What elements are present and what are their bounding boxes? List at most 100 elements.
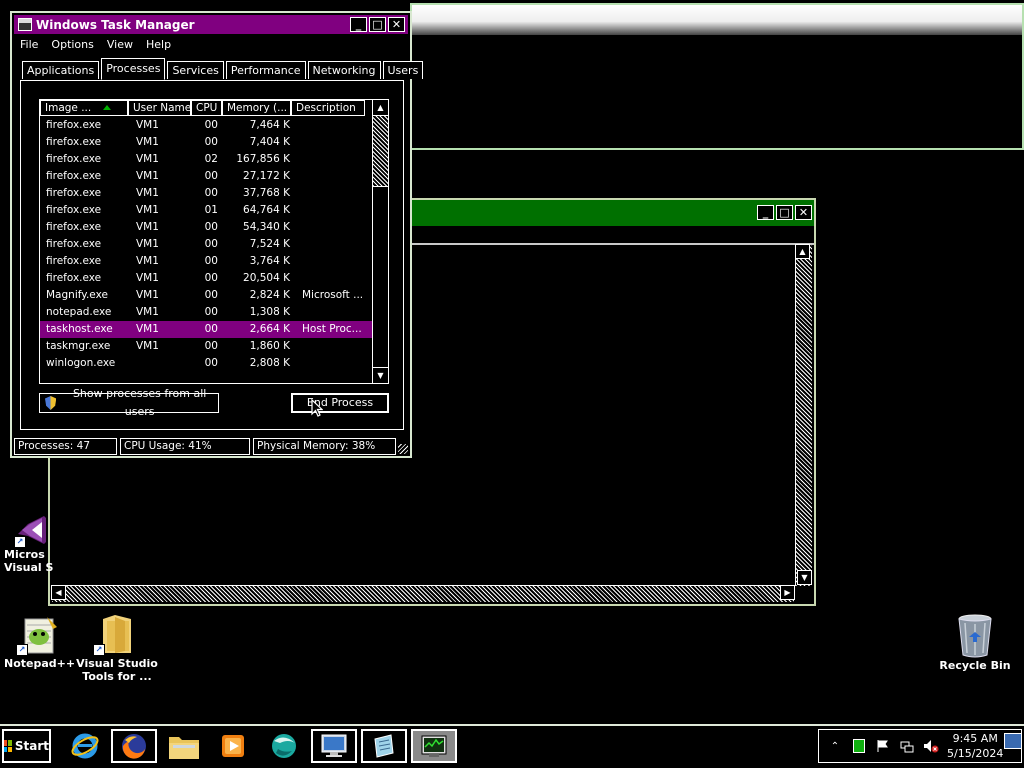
maximize-button[interactable]: □ (776, 205, 793, 220)
process-memory: 2,664 K (249, 323, 290, 335)
process-description (294, 117, 372, 134)
desktop-icon-notepadpp[interactable]: ↗ Notepad++ (4, 613, 76, 670)
start-button[interactable]: Start (2, 729, 51, 763)
taskbar-browser[interactable] (261, 729, 307, 763)
tab-processes[interactable]: Processes (101, 58, 166, 80)
column-description[interactable]: Description (291, 100, 365, 116)
show-hidden-icons-icon[interactable]: ⌃ (827, 738, 843, 754)
show-all-processes-button[interactable]: Show processes from all users (39, 387, 219, 418)
scroll-down-button[interactable]: ▼ (797, 570, 812, 585)
tab-services[interactable]: Services (167, 61, 224, 79)
process-row[interactable]: notepad.exe VM1 00 1,308 K (40, 304, 373, 321)
show-desktop-button[interactable] (1004, 733, 1022, 749)
action-center-flag-icon[interactable] (875, 738, 891, 754)
desktop-icon-recycle-bin[interactable]: Recycle Bin (938, 613, 1012, 672)
uac-shield-icon (45, 396, 57, 410)
scroll-left-button[interactable]: ◀ (51, 585, 66, 600)
desktop-icon-label: Notepad++ (4, 657, 76, 670)
task-manager-window[interactable]: Windows Task Manager _ □ ✕ File Options … (10, 11, 424, 458)
menu-file[interactable]: File (20, 38, 38, 51)
process-row[interactable]: firefox.exe VM1 00 7,464 K (40, 117, 373, 134)
end-process-button[interactable]: End Process (291, 393, 389, 413)
horizontal-scrollbar[interactable]: ◀ ▶ (51, 585, 795, 602)
scroll-right-button[interactable]: ▶ (780, 585, 795, 600)
process-cpu: 00 (204, 357, 218, 369)
process-memory: 2,824 K (249, 289, 290, 301)
process-row[interactable]: firefox.exe VM1 00 20,504 K (40, 270, 373, 287)
process-row[interactable]: firefox.exe VM1 00 54,340 K (40, 219, 373, 236)
green-status-icon[interactable] (851, 738, 867, 754)
process-row[interactable]: firefox.exe VM1 00 3,764 K (40, 253, 373, 270)
taskbar-media-player[interactable] (210, 729, 256, 763)
taskbar-notepad[interactable] (361, 729, 407, 763)
process-row[interactable]: firefox.exe VM1 00 27,172 K (40, 168, 373, 185)
process-cpu: 00 (204, 187, 218, 199)
process-row[interactable]: firefox.exe VM1 00 7,524 K (40, 236, 373, 253)
desktop-icon-visual-studio[interactable]: ↗ Micros Visual S (2, 512, 53, 574)
task-manager-titlebar[interactable]: Windows Task Manager _ □ ✕ (14, 15, 408, 34)
process-memory: 20,504 K (243, 272, 290, 284)
minimize-button[interactable]: _ (757, 205, 774, 220)
start-label: Start (14, 739, 49, 753)
process-row[interactable]: firefox.exe VM1 00 7,404 K (40, 134, 373, 151)
process-user: VM1 (136, 136, 159, 148)
network-icon[interactable] (899, 738, 915, 754)
status-physical-memory: Physical Memory: 38% (253, 438, 396, 455)
process-user: VM1 (136, 221, 159, 233)
tab-applications[interactable]: Applications (22, 61, 100, 79)
process-row[interactable]: taskmgr.exe VM1 00 1,860 K (40, 338, 373, 355)
column-header-row: Image ... User Name CPU Memory (... Desc… (40, 100, 365, 116)
shortcut-arrow-icon: ↗ (16, 644, 28, 656)
vertical-scrollbar[interactable]: ▲ (795, 244, 812, 586)
close-button[interactable]: ✕ (388, 17, 405, 32)
minimize-button[interactable]: _ (350, 17, 367, 32)
taskbar-internet-explorer[interactable] (62, 729, 108, 763)
scroll-up-button[interactable]: ▲ (373, 100, 388, 116)
process-description (294, 168, 372, 185)
taskbar-task-manager[interactable] (411, 729, 457, 763)
menu-options[interactable]: Options (51, 38, 93, 51)
tab-users[interactable]: Users (382, 61, 424, 79)
process-description (294, 304, 372, 321)
process-list[interactable]: Image ... User Name CPU Memory (... Desc… (39, 99, 389, 384)
close-button[interactable]: ✕ (795, 205, 812, 220)
scroll-down-button[interactable]: ▼ (373, 367, 388, 383)
process-row[interactable]: firefox.exe VM1 01 64,764 K (40, 202, 373, 219)
process-row[interactable]: winlogon.exe 00 2,808 K (40, 355, 373, 372)
process-cpu: 00 (204, 170, 218, 182)
clock[interactable]: 9:45 AM 5/15/2024 (947, 731, 1003, 761)
background-window-top[interactable] (410, 3, 1024, 150)
process-memory: 1,860 K (249, 340, 290, 352)
process-cpu: 00 (204, 272, 218, 284)
scroll-up-button[interactable]: ▲ (795, 244, 810, 259)
process-row[interactable]: taskhost.exe VM1 00 2,664 K Host Proc... (40, 321, 373, 338)
desktop-icon-vs-tools[interactable]: ↗ Visual Studio Tools for ... (76, 613, 158, 683)
column-user-name[interactable]: User Name (128, 100, 191, 116)
column-cpu[interactable]: CPU (191, 100, 222, 116)
volume-muted-icon[interactable] (923, 738, 939, 754)
process-row[interactable]: firefox.exe VM1 02 167,856 K (40, 151, 373, 168)
resize-grip[interactable] (398, 444, 408, 454)
taskbar-file-explorer[interactable] (161, 729, 207, 763)
mouse-cursor-icon (311, 399, 323, 417)
column-image-name[interactable]: Image ... (40, 100, 128, 116)
scroll-thumb[interactable] (373, 116, 388, 187)
process-cpu: 00 (204, 221, 218, 233)
process-row[interactable]: firefox.exe VM1 00 37,768 K (40, 185, 373, 202)
process-row[interactable]: Magnify.exe VM1 00 2,824 K Microsoft ... (40, 287, 373, 304)
tab-networking[interactable]: Networking (307, 61, 381, 79)
taskbar-remote-desktop[interactable] (311, 729, 357, 763)
process-user: VM1 (136, 170, 159, 182)
process-memory: 37,768 K (243, 187, 290, 199)
menu-view[interactable]: View (107, 38, 133, 51)
process-list-scrollbar[interactable]: ▲ ▼ (372, 100, 388, 383)
process-cpu: 00 (204, 340, 218, 352)
taskbar-firefox[interactable] (111, 729, 157, 763)
sort-ascending-icon (103, 105, 111, 110)
tab-performance[interactable]: Performance (225, 61, 306, 79)
maximize-button[interactable]: □ (369, 17, 386, 32)
menu-help[interactable]: Help (146, 38, 171, 51)
column-memory[interactable]: Memory (... (222, 100, 291, 116)
recycle-bin-icon (958, 614, 992, 658)
blurred-header (412, 5, 1022, 35)
